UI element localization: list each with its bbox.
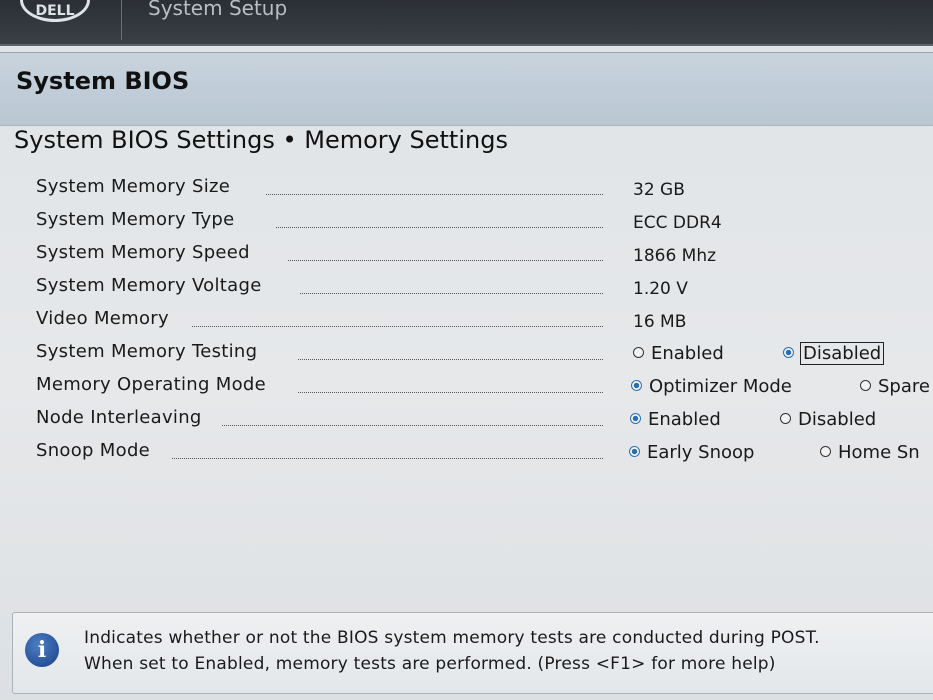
radio-checked-icon xyxy=(631,379,642,391)
setting-row-memory-testing[interactable]: System Memory Testing Enabled Disabled xyxy=(26,337,933,370)
setting-label: System Memory Size xyxy=(36,176,231,197)
setting-row-operating-mode[interactable]: Memory Operating Mode Optimizer Mode Spa… xyxy=(26,370,933,403)
radio-checked-icon xyxy=(783,346,794,358)
radio-label: Early Snoop xyxy=(647,442,755,463)
setting-row-node-interleaving[interactable]: Node Interleaving Enabled Disabled xyxy=(26,403,933,436)
radio-unchecked-icon xyxy=(820,445,831,457)
setting-label: Memory Operating Mode xyxy=(36,374,266,395)
radio-checked-icon xyxy=(630,412,641,424)
dotted-leader xyxy=(192,326,603,327)
radio-label-focused: Disabled xyxy=(799,342,885,365)
header-band: System BIOS xyxy=(0,52,933,126)
dell-logo: DELL xyxy=(20,0,90,22)
setting-row-memory-voltage: System Memory Voltage 1.20 V xyxy=(26,271,933,304)
setting-label: Node Interleaving xyxy=(36,407,202,428)
setting-label: System Memory Speed xyxy=(36,242,250,263)
dotted-leader xyxy=(300,293,603,294)
setting-row-memory-size: System Memory Size 32 GB xyxy=(26,172,933,205)
help-line-1: Indicates whether or not the BIOS system… xyxy=(84,628,820,648)
radio-operating-mode-spare[interactable]: Spare xyxy=(860,376,930,397)
radio-unchecked-icon xyxy=(780,412,791,424)
help-line-2: When set to Enabled, memory tests are pe… xyxy=(84,654,776,674)
radio-snoop-mode-early[interactable]: Early Snoop xyxy=(629,442,754,463)
dotted-leader xyxy=(222,425,603,426)
setting-label: Snoop Mode xyxy=(36,440,151,461)
dotted-leader xyxy=(276,227,603,228)
dotted-leader xyxy=(298,359,603,360)
radio-node-interleaving-enabled[interactable]: Enabled xyxy=(630,409,721,430)
setting-value: 16 MB xyxy=(633,312,687,332)
setting-label: System Memory Type xyxy=(36,209,235,230)
radio-unchecked-icon xyxy=(633,346,644,358)
info-icon: i xyxy=(25,633,59,667)
dotted-leader xyxy=(266,194,603,195)
help-panel: i Indicates whether or not the BIOS syst… xyxy=(12,612,933,694)
setting-row-memory-speed: System Memory Speed 1866 Mhz xyxy=(26,238,933,271)
dotted-leader xyxy=(298,392,603,393)
radio-snoop-mode-home[interactable]: Home Sn xyxy=(820,442,920,463)
dotted-leader xyxy=(288,260,603,261)
setting-label: System Memory Voltage xyxy=(36,275,262,296)
setting-value: 32 GB xyxy=(633,180,685,200)
setting-row-video-memory: Video Memory 16 MB xyxy=(26,304,933,337)
top-bar: DELL System Setup xyxy=(0,0,933,46)
setting-value: 1.20 V xyxy=(633,279,688,299)
radio-label: Enabled xyxy=(651,343,724,364)
radio-memory-testing-enabled[interactable]: Enabled xyxy=(633,343,724,364)
setting-value: ECC DDR4 xyxy=(633,213,722,233)
radio-label: Enabled xyxy=(648,409,721,430)
setting-label: Video Memory xyxy=(36,308,169,329)
radio-memory-testing-disabled[interactable]: Disabled xyxy=(783,342,885,365)
help-text: Indicates whether or not the BIOS system… xyxy=(84,625,820,677)
setting-row-snoop-mode[interactable]: Snoop Mode Early Snoop Home Sn xyxy=(26,436,933,469)
radio-label: Home Sn xyxy=(838,442,920,463)
radio-label: Optimizer Mode xyxy=(649,376,792,397)
app-title: System Setup xyxy=(148,0,288,20)
top-bar-divider xyxy=(121,0,122,40)
setting-label: System Memory Testing xyxy=(36,341,258,362)
setting-value: 1866 Mhz xyxy=(633,246,717,266)
section-title: System BIOS Settings • Memory Settings xyxy=(14,126,508,154)
setting-row-memory-type: System Memory Type ECC DDR4 xyxy=(26,205,933,238)
system-setup-screen: DELL System Setup System BIOS System BIO… xyxy=(0,0,933,700)
radio-operating-mode-optimizer[interactable]: Optimizer Mode xyxy=(631,376,792,397)
radio-checked-icon xyxy=(629,445,640,457)
radio-node-interleaving-disabled[interactable]: Disabled xyxy=(780,409,876,430)
memory-settings-list: System Memory Size 32 GB System Memory T… xyxy=(26,172,933,469)
radio-label: Spare xyxy=(878,376,930,397)
page-title: System BIOS xyxy=(16,67,190,95)
radio-unchecked-icon xyxy=(860,379,871,391)
radio-label: Disabled xyxy=(798,409,877,430)
dotted-leader xyxy=(172,458,603,459)
